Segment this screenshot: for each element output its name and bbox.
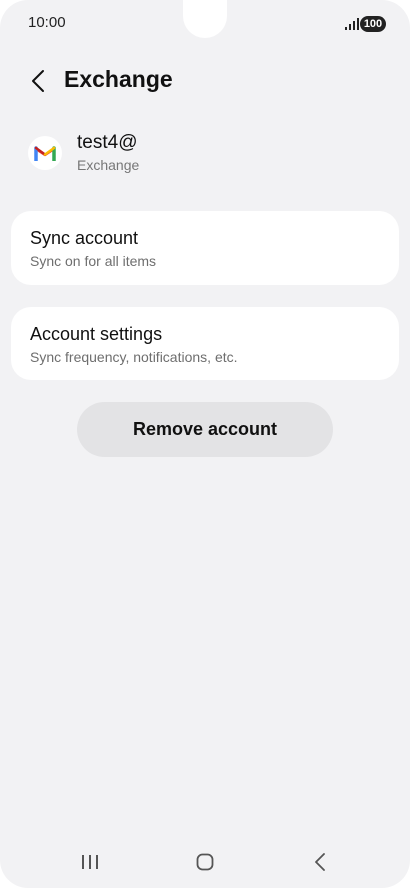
page-title: Exchange [64,66,173,92]
navigation-bar [0,840,410,884]
account-name: test4@ [77,132,138,153]
phone-screen: 10:00 100 Exchange test4@ Exchange Sync … [0,0,410,888]
back-button[interactable] [26,66,50,96]
signal-icon [345,18,359,30]
account-info: test4@ Exchange [28,130,388,182]
chevron-left-icon [32,70,44,92]
account-settings-subtitle: Sync frequency, notifications, etc. [30,349,238,365]
status-time: 10:00 [28,14,66,31]
account-type: Exchange [77,157,140,173]
home-button[interactable] [175,840,235,884]
recent-apps-button[interactable] [60,840,120,884]
gmail-icon [28,136,62,170]
account-settings-title: Account settings [30,324,163,344]
recent-apps-icon [82,855,98,869]
sync-account-subtitle: Sync on for all items [30,253,157,269]
remove-account-button[interactable]: Remove account [77,402,333,457]
sync-account-title: Sync account [30,228,139,248]
back-icon [315,853,325,871]
battery-indicator: 100 [360,16,386,32]
home-icon [196,853,214,871]
nav-back-button[interactable] [290,840,350,884]
sync-account-card[interactable]: Sync account Sync on for all items [11,211,399,285]
account-settings-card[interactable]: Account settings Sync frequency, notific… [11,307,399,380]
camera-notch [183,0,227,38]
